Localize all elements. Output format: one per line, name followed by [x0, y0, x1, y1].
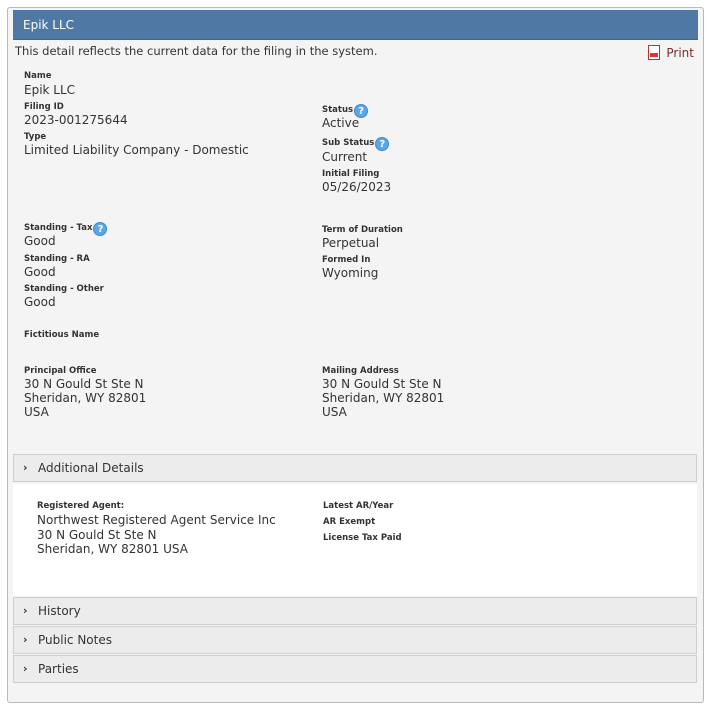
registered-agent-line-3: Sheridan, WY 82801 USA — [37, 542, 188, 556]
chevron-right-icon: › — [23, 633, 28, 646]
initial-filing-label: Initial Filing — [322, 169, 380, 179]
chevron-right-icon: › — [23, 461, 28, 474]
additional-details-panel: Registered Agent: Northwest Registered A… — [13, 484, 697, 596]
name-label: Name — [24, 71, 52, 81]
print-button[interactable]: Print — [648, 45, 694, 60]
pdf-icon — [648, 45, 661, 60]
filing-id-label: Filing ID — [24, 102, 64, 112]
standing-ra-value: Good — [24, 265, 56, 279]
sub-status-label: Sub Status? — [322, 137, 390, 151]
accordion-public-notes-title: Public Notes — [38, 633, 112, 647]
principal-office-line-2: Sheridan, WY 82801 — [24, 391, 147, 405]
license-tax-paid-label: License Tax Paid — [323, 533, 402, 543]
standing-tax-help-icon[interactable]: ? — [93, 222, 108, 236]
accordion-history-title: History — [38, 604, 81, 618]
chevron-right-icon: › — [23, 604, 28, 617]
accordion-parties-title: Parties — [38, 662, 79, 676]
standing-tax-value: Good — [24, 234, 56, 248]
initial-filing-value: 05/26/2023 — [322, 180, 392, 194]
principal-office-label: Principal Office — [24, 366, 97, 376]
accordion-public-notes[interactable]: › Public Notes — [13, 626, 697, 654]
type-value: Limited Liability Company - Domestic — [24, 143, 249, 157]
formed-in-label: Formed In — [322, 255, 371, 265]
registered-agent-label: Registered Agent: — [37, 501, 125, 511]
accordion-additional-details[interactable]: › Additional Details — [13, 454, 697, 482]
standing-other-label: Standing - Other — [24, 284, 104, 294]
accordion-additional-details-title: Additional Details — [38, 461, 144, 475]
principal-office-line-1: 30 N Gould St Ste N — [24, 377, 144, 391]
filing-id-value: 2023-001275644 — [24, 113, 128, 127]
panel-title-bar: Epik LLC — [13, 10, 698, 40]
sub-status-help-icon[interactable]: ? — [375, 137, 390, 151]
accordion-history[interactable]: › History — [13, 597, 697, 625]
panel-title: Epik LLC — [23, 18, 75, 32]
standing-ra-label: Standing - RA — [24, 254, 90, 264]
principal-office-line-3: USA — [24, 405, 49, 419]
registered-agent-line-2: 30 N Gould St Ste N — [37, 528, 157, 542]
mailing-address-line-2: Sheridan, WY 82801 — [322, 391, 445, 405]
filing-detail-panel: Epik LLC This detail reflects the curren… — [7, 7, 704, 703]
status-value: Active — [322, 116, 360, 130]
intro-text: This detail reflects the current data fo… — [15, 44, 378, 58]
standing-other-value: Good — [24, 295, 56, 309]
mailing-address-line-1: 30 N Gould St Ste N — [322, 377, 442, 391]
mailing-address-line-3: USA — [322, 405, 347, 419]
registered-agent-line-1: Northwest Registered Agent Service Inc — [37, 513, 276, 527]
fictitious-name-label: Fictitious Name — [24, 330, 100, 340]
formed-in-value: Wyoming — [322, 266, 379, 280]
type-label: Type — [24, 132, 47, 142]
sub-status-value: Current — [322, 150, 368, 164]
print-label: Print — [666, 46, 694, 60]
latest-ar-year-label: Latest AR/Year — [323, 501, 394, 511]
accordion-parties[interactable]: › Parties — [13, 655, 697, 683]
name-value: Epik LLC — [24, 83, 76, 97]
term-of-duration-value: Perpetual — [322, 236, 380, 250]
chevron-right-icon: › — [23, 662, 28, 675]
ar-exempt-label: AR Exempt — [323, 517, 376, 527]
mailing-address-label: Mailing Address — [322, 366, 399, 376]
term-of-duration-label: Term of Duration — [322, 225, 403, 235]
